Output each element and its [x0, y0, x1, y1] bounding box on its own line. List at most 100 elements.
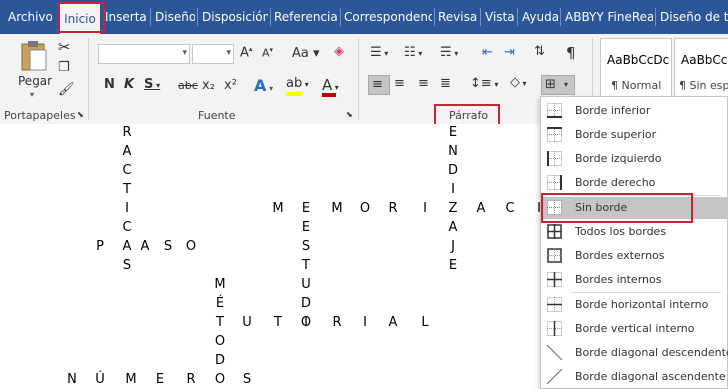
- cut-icon[interactable]: ✂: [58, 38, 71, 56]
- crossword-letter: Ú: [93, 372, 107, 387]
- decrease-indent-icon[interactable]: ⇤: [482, 45, 493, 60]
- format-painter-icon[interactable]: 🖌: [58, 82, 75, 97]
- crossword-letter: R: [386, 201, 400, 216]
- menu-item-borde-izquierdo[interactable]: Borde izquierdo: [543, 148, 727, 170]
- style-no-spacing[interactable]: AaBbCcI ¶ Sin espa: [674, 38, 728, 104]
- dialog-launcher-icon[interactable]: ⬊: [77, 110, 84, 119]
- crossword-letter: E: [299, 201, 313, 216]
- superscript-button[interactable]: x²: [224, 78, 237, 93]
- diagonal-down-border-icon: [547, 345, 562, 360]
- align-left-button[interactable]: ≡: [368, 75, 390, 95]
- menu-item-borde-vertical-interno[interactable]: Borde vertical interno: [543, 318, 727, 340]
- tab-separator: [517, 8, 518, 26]
- menu-item-label: Borde vertical interno: [575, 322, 695, 335]
- crossword-letter: A: [386, 315, 400, 330]
- inside-borders-icon: [547, 272, 562, 287]
- outside-borders-icon: [547, 248, 562, 263]
- crossword-letter: A: [474, 201, 488, 216]
- font-color-button[interactable]: A ▾: [322, 76, 339, 94]
- style-no-spacing-label: ¶ Sin espa: [679, 79, 728, 92]
- shrink-font-icon[interactable]: A▾: [262, 46, 273, 60]
- tab-correspondencia[interactable]: Correspondenci: [344, 0, 432, 34]
- subscript-button[interactable]: x₂: [202, 78, 215, 93]
- underline-button[interactable]: S ▾: [144, 77, 160, 92]
- tab-separator: [480, 8, 481, 26]
- border-right-icon: [547, 175, 562, 190]
- menu-item-todos-los-bordes[interactable]: Todos los bordes: [543, 221, 727, 243]
- inicio-tab-highlight: [57, 2, 105, 33]
- crossword-letter: L: [418, 315, 432, 330]
- chevron-down-icon: ▾: [30, 90, 34, 99]
- change-case-icon[interactable]: Aa ▾: [292, 46, 320, 61]
- numbering-icon[interactable]: ☷ ▾: [404, 45, 422, 60]
- sort-icon[interactable]: ⇅: [534, 44, 545, 59]
- tab-ayuda[interactable]: Ayuda: [522, 0, 558, 34]
- tab-referencias[interactable]: Referencias: [274, 0, 338, 34]
- bold-button[interactable]: N: [104, 77, 115, 92]
- dialog-launcher-icon[interactable]: ⬊: [346, 110, 353, 119]
- borders-button[interactable]: ⊞ ▾: [541, 75, 575, 95]
- tab-abbyy-finereader[interactable]: ABBYY FineReac: [565, 0, 653, 34]
- show-formatting-marks-icon[interactable]: ¶: [566, 44, 576, 62]
- menu-item-label: Borde superior: [575, 128, 656, 141]
- tab-insertar[interactable]: Insertar: [105, 0, 147, 34]
- crossword-letter: R: [184, 372, 198, 387]
- chevron-down-icon: ▾: [564, 80, 568, 89]
- tab-disposicion[interactable]: Disposición: [202, 0, 268, 34]
- justify-icon[interactable]: ≣: [440, 76, 451, 91]
- menu-item-borde-diagonal-ascendente[interactable]: Borde diagonal ascendente: [543, 366, 727, 388]
- grow-font-icon[interactable]: A▴: [240, 45, 252, 60]
- tab-archivo[interactable]: Archivo: [8, 0, 52, 34]
- font-color-bar: [322, 93, 336, 97]
- menu-item-borde-horizontal-interno[interactable]: Borde horizontal interno: [543, 294, 727, 316]
- chevron-down-icon: ▾: [182, 48, 187, 58]
- tab-diseno-de-tabla[interactable]: Diseño de tab: [660, 0, 728, 34]
- font-size-combo[interactable]: ▾: [192, 44, 234, 64]
- crossword-letter: P: [93, 239, 107, 254]
- crossword-letter: M: [271, 201, 285, 216]
- crossword-letter: D: [446, 163, 460, 178]
- multilevel-list-icon[interactable]: ☴ ▾: [440, 45, 458, 60]
- align-right-icon[interactable]: ≡: [418, 76, 429, 91]
- crossword-letter: M: [330, 201, 344, 216]
- menu-item-borde-inferior[interactable]: Borde inferior: [543, 100, 727, 122]
- menu-item-borde-superior[interactable]: Borde superior: [543, 124, 727, 146]
- tab-vista[interactable]: Vista: [485, 0, 515, 34]
- crossword-letter: U: [240, 315, 254, 330]
- highlight-color-icon[interactable]: ab ▾: [286, 76, 309, 91]
- shading-icon[interactable]: ◇ ▾: [510, 75, 527, 90]
- italic-button[interactable]: K: [124, 77, 134, 92]
- align-center-icon[interactable]: ≡: [394, 76, 405, 91]
- line-spacing-icon[interactable]: ↕≡ ▾: [470, 76, 498, 91]
- diagonal-up-border-icon: [547, 369, 562, 384]
- group-separator: [358, 38, 359, 120]
- crossword-letter: M: [213, 277, 227, 292]
- crossword-letter: E: [446, 258, 460, 273]
- crossword-letter: T: [213, 315, 227, 330]
- menu-item-bordes-internos[interactable]: Bordes internos: [543, 269, 727, 291]
- copy-icon[interactable]: ❐: [58, 60, 70, 75]
- increase-indent-icon[interactable]: ⇥: [504, 45, 515, 60]
- strikethrough-button[interactable]: abc: [178, 79, 198, 92]
- tab-revisar[interactable]: Revisar: [438, 0, 478, 34]
- ribbon-tab-bar: Archivo Inicio Insertar Diseño Disposici…: [0, 0, 728, 34]
- crossword-letter: O: [299, 315, 313, 330]
- border-top-icon: [547, 127, 562, 142]
- style-normal[interactable]: AaBbCcDc ¶ Normal: [600, 38, 672, 104]
- menu-item-borde-diagonal-descendente[interactable]: Borde diagonal descendente: [543, 342, 727, 364]
- crossword-letter: C: [120, 163, 134, 178]
- crossword-letter: T: [120, 182, 134, 197]
- menu-item-bordes-externos[interactable]: Bordes externos: [543, 245, 727, 267]
- font-name-combo[interactable]: ▾: [98, 44, 190, 64]
- crossword-letter: M: [124, 372, 138, 387]
- crossword-letter: C: [120, 220, 134, 235]
- menu-item-label: Borde horizontal interno: [575, 298, 708, 311]
- clear-formatting-icon[interactable]: ◈: [334, 44, 344, 59]
- bullets-icon[interactable]: ☰ ▾: [370, 45, 388, 60]
- crossword-letter: R: [330, 315, 344, 330]
- paste-button[interactable]: Pegar ▾: [14, 40, 54, 102]
- menu-item-borde-derecho[interactable]: Borde derecho: [543, 172, 727, 194]
- text-effects-button[interactable]: A ▾: [254, 76, 273, 95]
- crossword-letter: A: [446, 220, 460, 235]
- tab-diseno[interactable]: Diseño: [155, 0, 195, 34]
